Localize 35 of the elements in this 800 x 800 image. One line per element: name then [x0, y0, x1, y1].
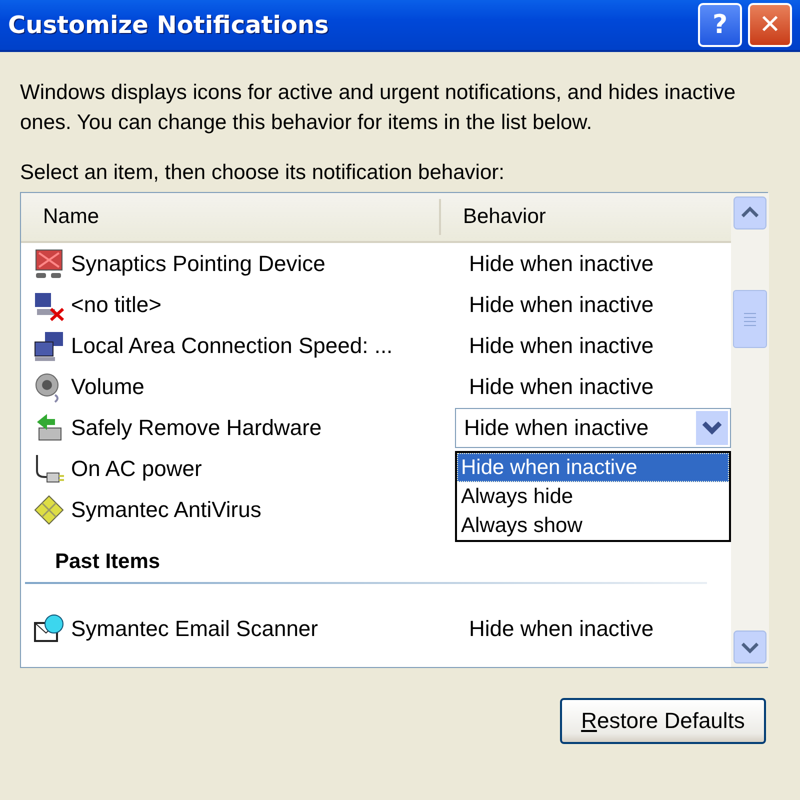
scroll-thumb[interactable]	[733, 290, 767, 348]
list-label: Select an item, then choose its notification behavior:	[20, 160, 506, 186]
item-name[interactable]: <no title>	[71, 292, 162, 318]
shield-icon	[33, 494, 65, 526]
behavior-text: Hide when inactive	[469, 374, 654, 398]
scroll-up-icon[interactable]	[733, 196, 767, 230]
power-plug-icon	[33, 452, 65, 484]
dropdown-option[interactable]: Always show	[457, 510, 729, 540]
item-name[interactable]: Safely Remove Hardware	[71, 414, 322, 440]
item-name[interactable]: Symantec AntiVirus	[71, 496, 262, 522]
item-name[interactable]: Local Area Connection Speed: ...	[71, 332, 393, 358]
help-button[interactable]: ?	[698, 3, 742, 47]
item-name[interactable]: On AC power	[71, 456, 202, 482]
dropdown-option[interactable]: Always hide	[457, 482, 729, 510]
description-text: Windows displays icons for active and urgent notifications, and hides inactive ones. You can change this behavior for items in the list below.	[20, 80, 737, 136]
behavior-dropdown[interactable]: Hide when inactive	[455, 408, 731, 448]
dropdown-option[interactable]: Hide when inactive	[457, 452, 729, 482]
monitor-error-icon	[33, 248, 65, 280]
network-computers-icon	[33, 330, 65, 362]
scroll-down-icon[interactable]	[733, 630, 767, 664]
item-name[interactable]: Synaptics Pointing Device	[71, 250, 326, 276]
item-name[interactable]: Volume	[71, 374, 144, 400]
behavior-text: Hide when inactive	[469, 292, 654, 316]
behavior-text: Hide when inactive	[469, 250, 654, 276]
behavior-text: Hide when inactive	[469, 332, 654, 358]
item-name[interactable]: Symantec Email Scanner	[71, 616, 318, 642]
window-title: Customize Notifications	[8, 11, 329, 39]
section-heading: Past Items	[54, 550, 162, 575]
restore-defaults-button[interactable]: Restore Defaults	[560, 698, 766, 744]
close-button[interactable]: ✕	[748, 3, 792, 47]
envelope-icon	[33, 612, 65, 644]
column-header[interactable]: Behavior	[441, 193, 731, 241]
behavior-text: Hide when inactive	[469, 616, 654, 640]
scrollbar[interactable]	[731, 193, 769, 667]
column-header[interactable]: Name	[21, 199, 441, 235]
